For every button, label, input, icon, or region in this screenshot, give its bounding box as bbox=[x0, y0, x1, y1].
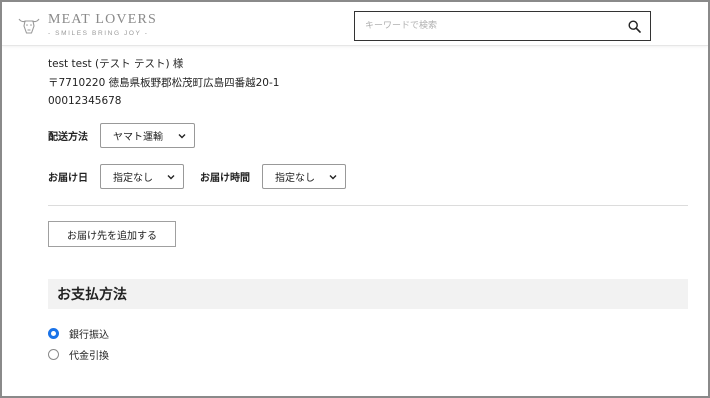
search-input[interactable] bbox=[355, 12, 618, 40]
payment-section-title: お支払方法 bbox=[57, 287, 127, 303]
shipping-address: test test (テスト テスト) 様 〒7710220 徳島県板野郡松茂町… bbox=[48, 55, 688, 111]
site-header: MEAT LOVERS - SMILES BRING JOY - bbox=[2, 2, 708, 46]
delivery-date-select[interactable]: 指定なし bbox=[100, 164, 184, 189]
payment-section-header: お支払方法 bbox=[48, 279, 688, 309]
payment-option-cash-on-delivery[interactable]: 代金引換 bbox=[48, 347, 109, 362]
add-destination-button[interactable]: お届け先を追加する bbox=[48, 221, 176, 247]
bull-logo-icon bbox=[18, 18, 40, 34]
delivery-time-value: 指定なし bbox=[275, 173, 315, 184]
logo-title: MEAT LOVERS bbox=[48, 11, 158, 27]
delivery-date-label: お届け日 bbox=[48, 173, 88, 184]
logo-subtitle: - SMILES BRING JOY - bbox=[48, 29, 149, 37]
chevron-down-icon bbox=[178, 134, 186, 139]
chevron-down-icon bbox=[329, 175, 337, 180]
site-logo[interactable]: MEAT LOVERS - SMILES BRING JOY - bbox=[16, 10, 157, 40]
recipient-phone: 00012345678 bbox=[48, 95, 122, 107]
payment-option-label: 代金引換 bbox=[69, 351, 109, 362]
chevron-down-icon bbox=[167, 175, 175, 180]
delivery-date-row: お届け日 指定なし お届け時間 指定なし bbox=[48, 164, 346, 189]
recipient-name: test test (テスト テスト) 様 bbox=[48, 58, 184, 70]
delivery-method-row: 配送方法 ヤマト運輸 bbox=[48, 123, 195, 148]
section-divider bbox=[48, 205, 688, 206]
delivery-method-select[interactable]: ヤマト運輸 bbox=[100, 123, 195, 148]
search-button[interactable] bbox=[618, 12, 650, 40]
delivery-time-label: お届け時間 bbox=[200, 173, 250, 184]
recipient-address: 〒7710220 徳島県板野郡松茂町広島四番越20-1 bbox=[48, 76, 280, 89]
radio-button[interactable] bbox=[48, 328, 59, 339]
payment-option-label: 銀行振込 bbox=[69, 330, 109, 341]
checkout-content: test test (テスト テスト) 様 〒7710220 徳島県板野郡松茂町… bbox=[48, 55, 688, 362]
radio-button[interactable] bbox=[48, 349, 59, 360]
delivery-method-label: 配送方法 bbox=[48, 132, 88, 143]
delivery-time-select[interactable]: 指定なし bbox=[262, 164, 346, 189]
search-box bbox=[354, 11, 651, 41]
search-icon bbox=[627, 19, 641, 33]
payment-option-bank-transfer[interactable]: 銀行振込 bbox=[48, 326, 109, 341]
delivery-method-value: ヤマト運輸 bbox=[113, 132, 163, 143]
delivery-date-value: 指定なし bbox=[113, 173, 153, 184]
